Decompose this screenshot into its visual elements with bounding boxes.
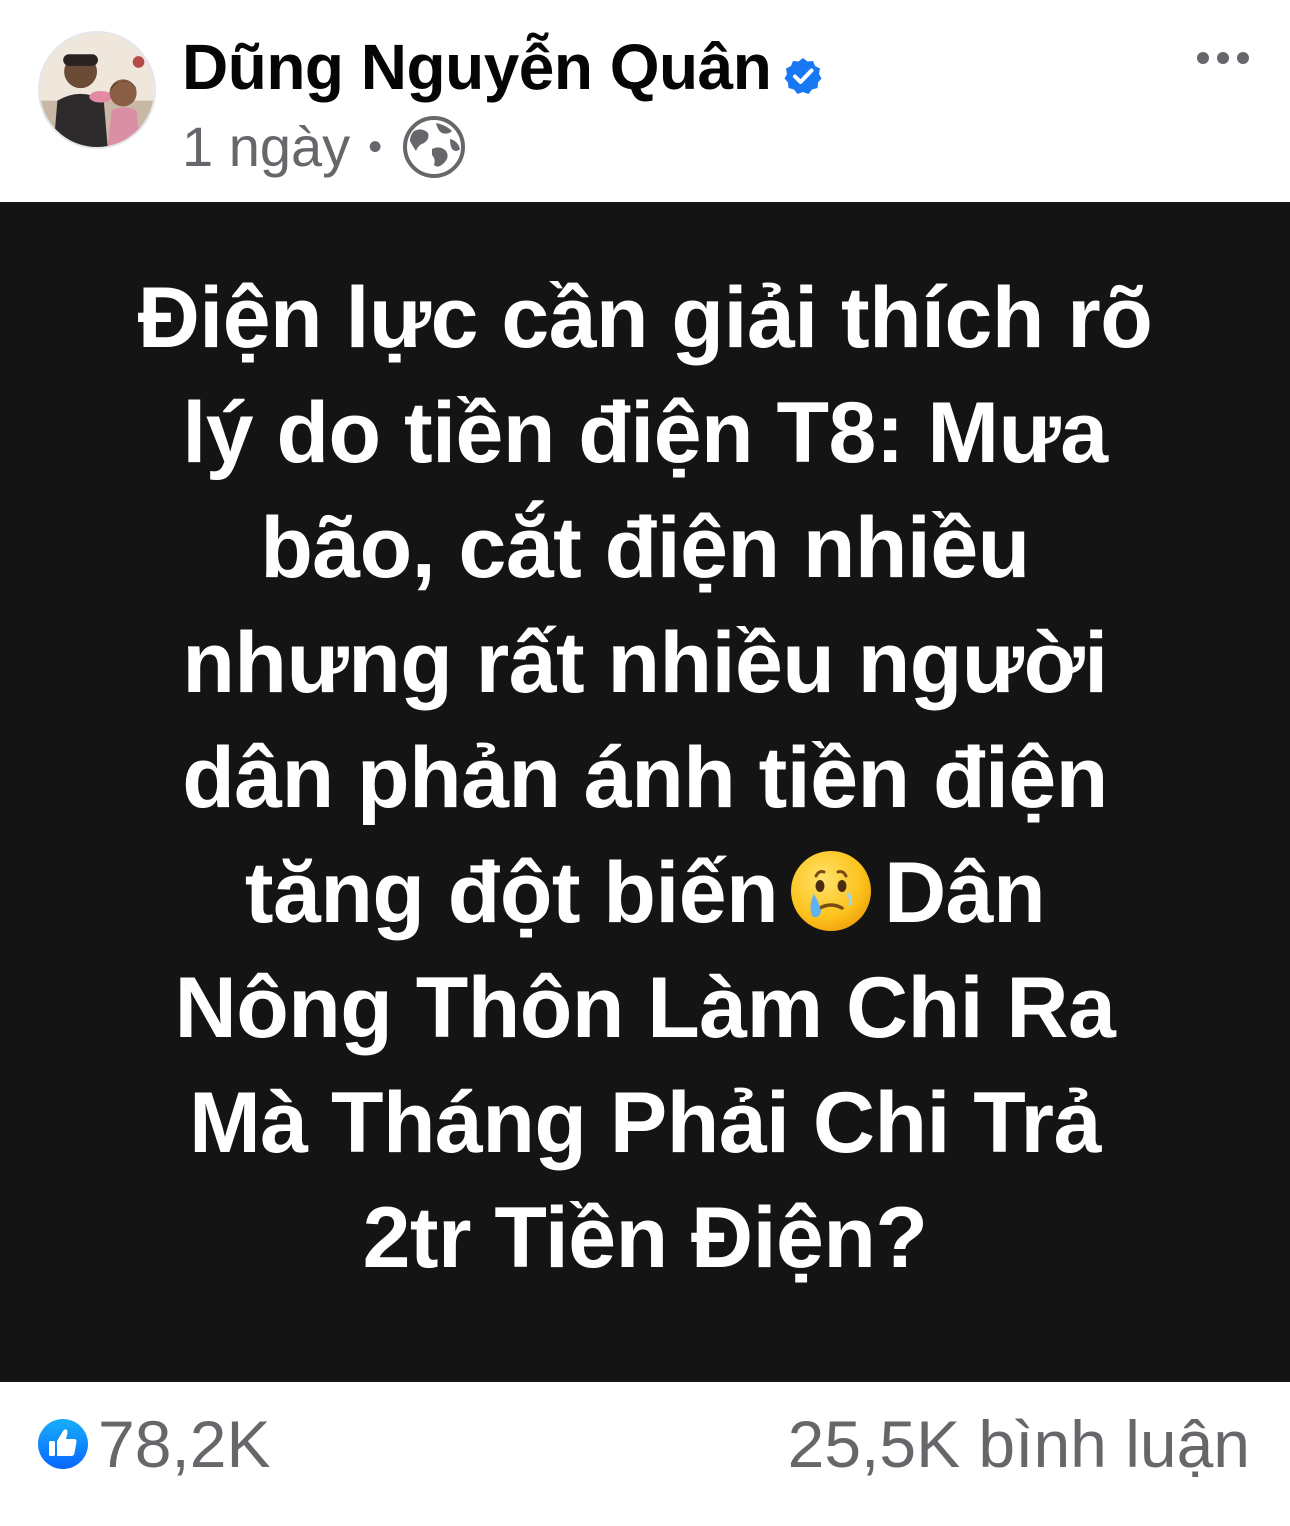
post-content-background: Điện lực cần giải thích rõ lý do tiền đi… <box>0 202 1290 1382</box>
post-text-line-with-emoji: tăng đột biến Dân <box>65 836 1225 951</box>
author-row: Dũng Nguyễn Quân <box>182 22 823 112</box>
reaction-count: 78,2K <box>98 1407 271 1481</box>
comments-count-link[interactable]: 25,5K bình luận <box>788 1404 1250 1484</box>
post-text: Điện lực cần giải thích rõ lý do tiền đi… <box>65 261 1225 1296</box>
post-footer: 78,2K 25,5K bình luận <box>0 1382 1290 1526</box>
reactions-summary[interactable]: 78,2K <box>36 1404 270 1484</box>
post-meta: 1 ngày • <box>182 112 466 182</box>
verified-badge-icon <box>783 56 823 96</box>
like-icon <box>36 1417 90 1471</box>
facebook-post: Dũng Nguyễn Quân 1 ngày • Điện lực cần g… <box>0 0 1290 1526</box>
post-text-segment: tăng đột biến <box>244 844 779 941</box>
post-text-line: 2tr Tiền Điện? <box>362 1189 928 1286</box>
post-text-line: lý do tiền điện T8: Mưa <box>182 384 1108 481</box>
post-text-line: Điện lực cần giải thích rõ <box>137 269 1153 366</box>
post-text-line: Nông Thôn Làm Chi Ra <box>174 959 1116 1056</box>
post-timestamp[interactable]: 1 ngày <box>182 119 350 175</box>
more-horizontal-icon <box>1197 52 1249 64</box>
author-name[interactable]: Dũng Nguyễn Quân <box>182 35 772 99</box>
post-text-line: bão, cắt điện nhiều <box>260 499 1030 596</box>
meta-separator: • <box>368 125 383 169</box>
more-options-button[interactable] <box>1186 28 1260 88</box>
avatar[interactable] <box>38 31 156 149</box>
globe-icon[interactable] <box>402 115 466 179</box>
post-header: Dũng Nguyễn Quân 1 ngày • <box>0 0 1290 200</box>
avatar-photo <box>40 33 154 147</box>
post-text-line: dân phản ánh tiền điện <box>182 729 1108 826</box>
post-text-segment: Dân <box>884 844 1046 941</box>
post-text-line: Mà Tháng Phải Chi Trả <box>189 1074 1101 1171</box>
post-text-line: nhưng rất nhiều người <box>182 614 1108 711</box>
face-holding-back-tears-emoji <box>786 846 876 936</box>
